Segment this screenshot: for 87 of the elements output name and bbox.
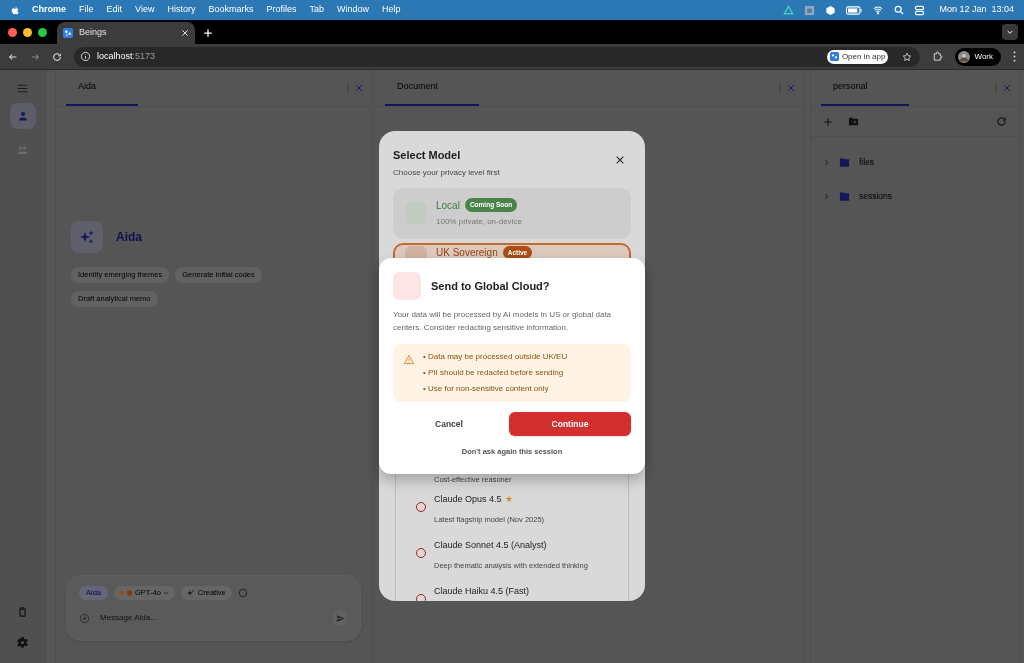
warning-text: • Data may be processed outside UK/EU <box>423 351 568 363</box>
minimize-button[interactable] <box>23 27 32 37</box>
warning-badge-icon <box>393 272 421 300</box>
reload-icon[interactable] <box>52 51 62 62</box>
close-icon[interactable] <box>615 155 625 165</box>
assistant-name: Aida <box>116 229 142 246</box>
profile-button[interactable]: Work <box>955 47 1001 66</box>
panel-tab[interactable]: Aida <box>66 70 138 106</box>
search-icon[interactable] <box>894 5 905 15</box>
menu-item[interactable]: History <box>167 3 196 17</box>
new-tab-icon[interactable] <box>203 28 213 38</box>
menu-bar-clock[interactable]: Mon 12 Jan 13:04 <box>939 3 1014 17</box>
star-icon[interactable] <box>902 51 913 62</box>
triangle-icon[interactable] <box>783 4 795 16</box>
settings-icon[interactable] <box>16 636 29 649</box>
url-text: localhost:5173 <box>97 49 157 63</box>
wifi-icon[interactable] <box>872 5 885 15</box>
panel-tab[interactable]: Document <box>385 70 479 106</box>
back-icon[interactable] <box>8 51 18 62</box>
warning-text: • PII should be redacted before sending <box>423 367 565 379</box>
sparkle-icon <box>79 229 95 245</box>
menu-icon[interactable] <box>16 82 29 95</box>
tree-item[interactable]: files <box>811 145 1019 179</box>
star-icon: ★ <box>504 492 513 506</box>
tab-title: Beings <box>79 26 108 40</box>
tier-name: Local <box>436 198 460 212</box>
model-option[interactable]: Claude Haiku 4.5 (Fast) <box>416 582 608 601</box>
group-icon <box>16 144 29 156</box>
model-name: Claude Haiku 4.5 (Fast) <box>434 584 530 598</box>
new-folder-icon[interactable] <box>847 116 860 127</box>
battery-icon[interactable] <box>846 5 863 15</box>
app-icon <box>829 52 839 61</box>
info-icon[interactable] <box>80 51 91 62</box>
menu-item[interactable]: View <box>135 3 155 17</box>
more-icon[interactable] <box>1013 51 1016 62</box>
send-button[interactable] <box>332 610 348 626</box>
forward-icon[interactable] <box>30 51 40 62</box>
browser-tab[interactable]: Beings <box>57 22 195 44</box>
message-input[interactable]: Message Aida... <box>100 612 322 624</box>
add-icon[interactable] <box>823 116 833 127</box>
chevron-icon[interactable] <box>823 158 830 166</box>
chevron-icon[interactable] <box>823 192 830 200</box>
rail-button[interactable] <box>9 103 36 129</box>
menu-item[interactable]: Help <box>382 3 401 17</box>
folder-icon <box>838 190 851 202</box>
app-menu[interactable]: Chrome <box>32 3 66 17</box>
dialog-title: Select Model <box>393 148 462 163</box>
tier-description: 100% private, on-device <box>436 215 522 228</box>
warning-icon <box>403 354 415 365</box>
continue-button[interactable]: Continue <box>509 412 631 436</box>
tree-item[interactable]: sessions <box>811 179 1019 213</box>
menu-item[interactable]: Bookmarks <box>208 3 254 17</box>
menu-item[interactable]: Tab <box>309 3 324 17</box>
person-icon <box>16 110 29 122</box>
address-bar[interactable]: localhost:5173 Open in app <box>74 46 921 67</box>
shield-icon <box>126 589 133 597</box>
tab-search-button[interactable] <box>1002 24 1018 40</box>
dialog-title: Send to Global Cloud? <box>431 278 550 294</box>
open-in-app-button[interactable]: Open in app <box>826 49 889 64</box>
zoom-button[interactable] <box>38 27 47 37</box>
circle-icon[interactable] <box>237 588 248 598</box>
control-center-icon[interactable] <box>914 4 926 16</box>
chevron-down-icon <box>162 590 169 596</box>
dialog-subtitle: Choose your privacy level first <box>393 166 500 179</box>
warning-text: • Use for non-sensitive content only <box>423 383 550 395</box>
send-icon <box>335 613 345 623</box>
chevron-down-icon <box>1006 28 1014 36</box>
menu-item[interactable]: Window <box>336 3 369 17</box>
dot-icon <box>120 591 124 595</box>
close-window-button[interactable] <box>8 27 17 37</box>
tier-name: UK Sovereign <box>436 245 498 259</box>
close-tab-icon[interactable] <box>181 29 189 37</box>
folder-icon <box>838 156 851 168</box>
avatar-icon <box>958 50 971 63</box>
cancel-button[interactable]: Cancel <box>393 412 505 436</box>
extensions-icon[interactable] <box>932 51 944 62</box>
model-name: Claude Opus 4.5 <box>434 492 502 506</box>
menu-item[interactable]: Edit <box>106 3 123 17</box>
panel-tab[interactable]: personal <box>821 70 909 106</box>
trash-icon[interactable] <box>17 606 28 618</box>
cube-icon[interactable] <box>825 4 837 16</box>
app-favicon-icon <box>63 28 73 38</box>
menu-item[interactable]: File <box>79 3 94 17</box>
dialog-message: Your data will be processed by AI models in US or global data centers. Consider redacting sensitive information. <box>393 309 613 334</box>
refresh-icon[interactable] <box>996 116 1007 127</box>
menu-item[interactable]: Profiles <box>266 3 297 17</box>
model-name: Claude Sonnet 4.5 (Analyst) <box>434 538 547 552</box>
